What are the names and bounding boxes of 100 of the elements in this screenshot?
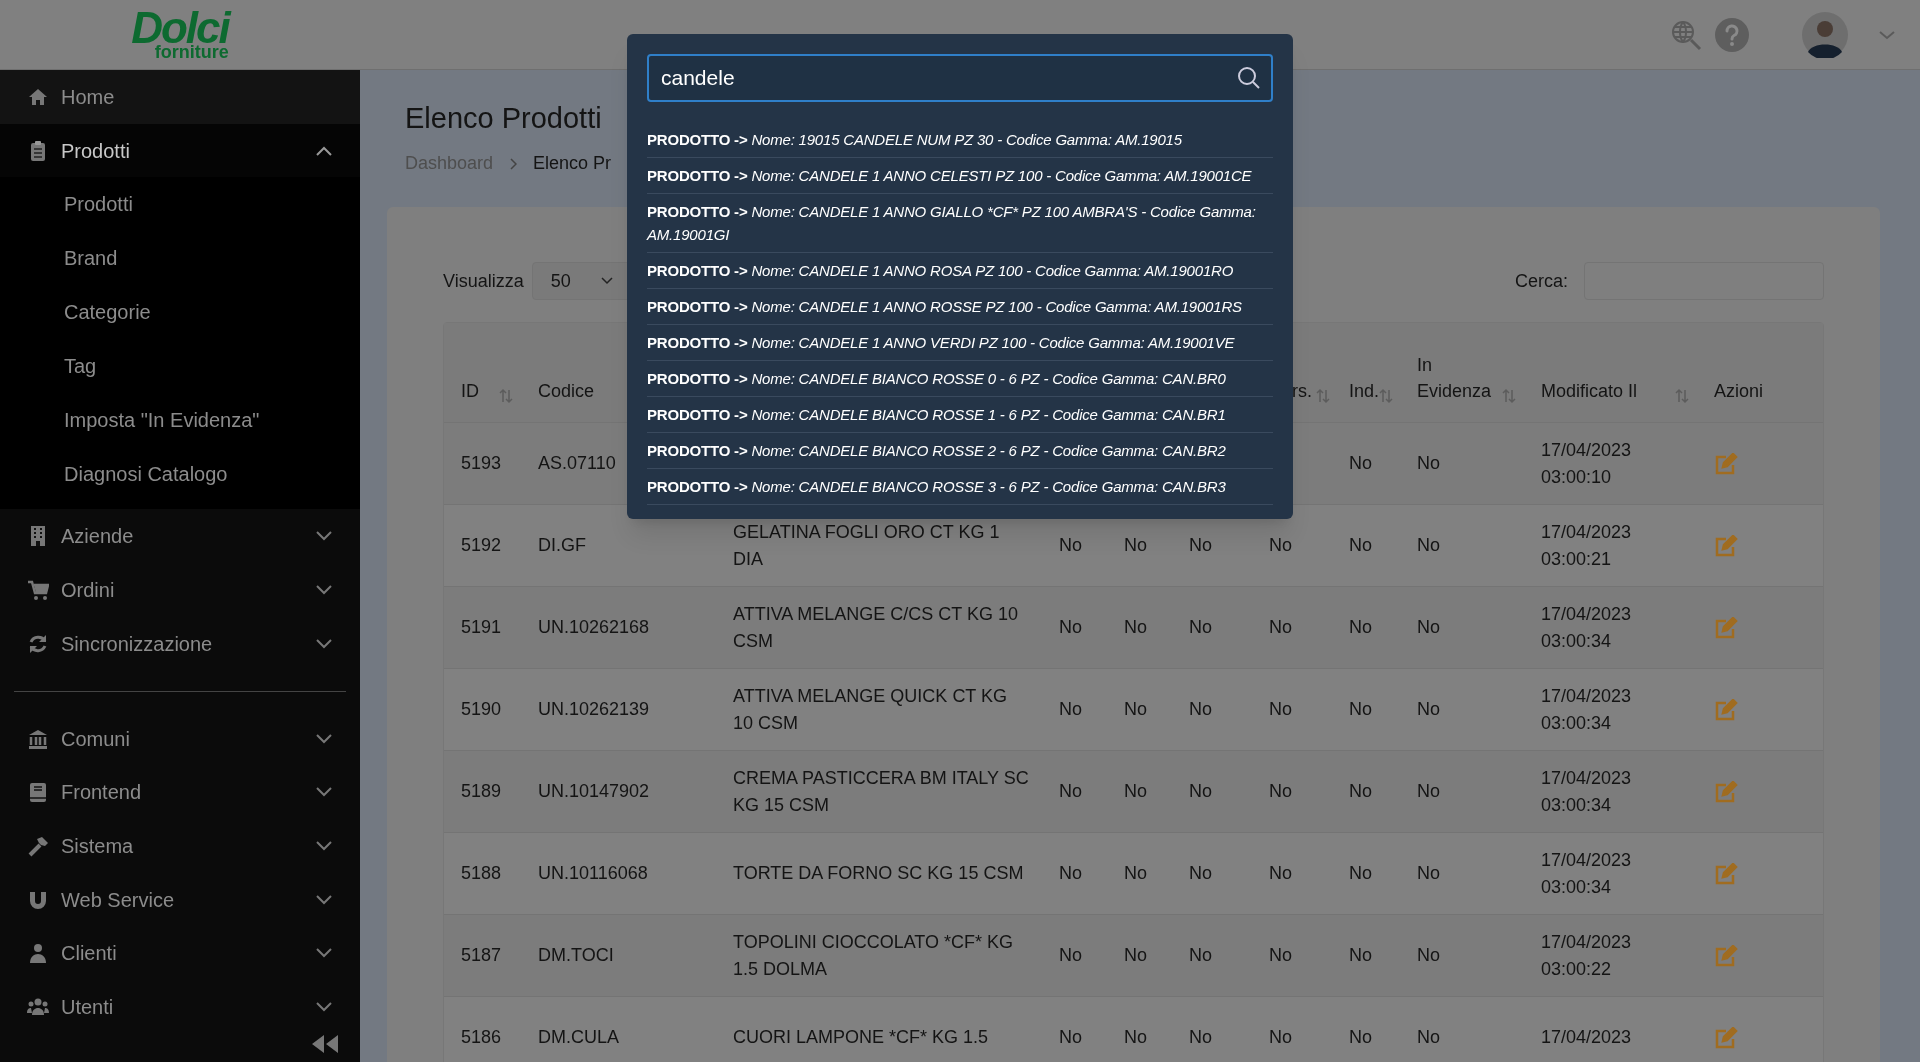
sidebar-item[interactable]: Sincronizzazione: [0, 616, 360, 671]
table-cell-text: DM.CULA: [537, 1026, 620, 1049]
table-cell-text: No: [1123, 534, 1148, 557]
submenu-item[interactable]: Brand: [0, 231, 360, 286]
search-result[interactable]: PRODOTTO -> Nome: CANDELE BIANCO ROSSE 3 - 6 PZ - Codice Gamma: CAN.BR3: [647, 475, 1273, 498]
table-cell-text: No: [1123, 616, 1148, 639]
sort-icon[interactable]: [1502, 388, 1516, 404]
search-result[interactable]: PRODOTTO -> Nome: CANDELE BIANCO ROSSE 1 - 6 PZ - Codice Gamma: CAN.BR1: [647, 403, 1273, 426]
sidebar-item[interactable]: Home: [0, 70, 360, 124]
table-cell-text: UN.10116068: [537, 862, 649, 885]
table-cell-text: DM.TOCI: [537, 944, 615, 967]
search-result[interactable]: PRODOTTO -> Nome: CANDELE BIANCO ROSSE 2 - 6 PZ - Codice Gamma: CAN.BR2: [647, 439, 1273, 462]
table-cell-text: TOPOLINI CIOCCOLATO *CF* KG 1.5 DOLMA: [732, 930, 1015, 981]
table-cell-text: 17/04/2023 03:00:22: [1540, 930, 1633, 981]
search-result[interactable]: PRODOTTO -> Nome: CANDELE 1 ANNO GIALLO *CF* PZ 100 AMBRA'S - Codice Gamma: AM.19001GI: [647, 200, 1273, 246]
column-header[interactable]: In Evidenza: [1417, 352, 1502, 404]
table-cell-text: No: [1348, 452, 1373, 475]
sidebar-item[interactable]: Aziende: [0, 509, 360, 564]
search-result[interactable]: PRODOTTO -> Nome: CANDELE 1 ANNO ROSSE PZ 100 - Codice Gamma: AM.19001RS: [647, 295, 1273, 318]
submenu-item[interactable]: Diagnosi Catalogo: [0, 447, 360, 502]
help-icon[interactable]: [1714, 16, 1750, 53]
sidebar-item[interactable]: Web Service: [0, 872, 360, 927]
sidebar-item[interactable]: Utenti: [0, 980, 360, 1035]
chevron-down-icon: [315, 840, 333, 852]
search-input[interactable]: candele: [647, 54, 1273, 102]
sort-icon[interactable]: [1675, 388, 1689, 404]
edit-icon[interactable]: [1714, 452, 1738, 475]
sort-icon[interactable]: [1316, 388, 1330, 404]
edit-icon[interactable]: [1714, 944, 1738, 967]
table-cell-text: 17/04/2023 03:00:34: [1540, 684, 1633, 735]
search-result[interactable]: PRODOTTO -> Nome: CANDELE BIANCO ROSSE 0 - 6 PZ - Codice Gamma: CAN.BR0: [647, 367, 1273, 390]
table-cell-text: GELATINA FOGLI ORO CT KG 1 DIA: [732, 520, 1001, 571]
table-cell-text: No: [1188, 1026, 1213, 1049]
table-cell-text: 5187: [460, 944, 503, 967]
edit-icon[interactable]: [1714, 616, 1738, 639]
sidebar-item[interactable]: Sistema: [0, 819, 360, 873]
table-cell-text: No: [1188, 616, 1213, 639]
sort-icon[interactable]: [499, 388, 513, 404]
search-icon[interactable]: [1237, 66, 1261, 90]
column-header[interactable]: Modificato Il: [1541, 378, 1638, 404]
column-header[interactable]: rs.: [1292, 378, 1312, 404]
submenu-item[interactable]: Prodotti: [0, 177, 360, 232]
submenu-item[interactable]: Imposta "In Evidenza": [0, 393, 360, 448]
table-cell-text: No: [1123, 780, 1148, 803]
table-cell-text: No: [1268, 1026, 1293, 1049]
sidebar-item[interactable]: Comuni: [0, 711, 360, 766]
avatar[interactable]: [1802, 11, 1848, 58]
table-cell-text: No: [1123, 698, 1148, 721]
sidebar-item[interactable]: Frontend: [0, 765, 360, 820]
table-cell-text: No: [1058, 780, 1083, 803]
search-result[interactable]: PRODOTTO -> Nome: 19015 CANDELE NUM PZ 30 - Codice Gamma: AM.19015: [647, 128, 1273, 151]
table-cell-text: No: [1268, 944, 1293, 967]
table-cell-text: 17/04/2023 03:00:34: [1540, 766, 1633, 817]
chevron-right-icon: [509, 157, 518, 170]
chevron-down-icon[interactable]: [1878, 28, 1896, 41]
table-cell-text: TORTE DA FORNO SC KG 15 CSM: [732, 862, 1025, 885]
sort-icon[interactable]: [1379, 388, 1394, 404]
edit-icon[interactable]: [1714, 1026, 1738, 1049]
chevron-down-icon: [315, 584, 333, 597]
table-cell-text: AS.07110: [537, 452, 617, 475]
table-cell-text: No: [1188, 862, 1213, 885]
table-cell-text: 5186: [460, 1026, 503, 1049]
sidebar-item[interactable]: Ordini: [0, 563, 360, 617]
table-cell-text: No: [1058, 616, 1083, 639]
table-cell-text: UN.10147902: [537, 780, 651, 803]
edit-icon[interactable]: [1714, 862, 1738, 885]
table-cell-text: No: [1188, 780, 1213, 803]
column-header[interactable]: Codice: [538, 378, 595, 404]
submenu-item[interactable]: Categorie: [0, 285, 360, 340]
edit-icon[interactable]: [1714, 534, 1738, 557]
breadcrumb-item: Elenco Pr: [533, 152, 612, 175]
table-cell-text: 5191: [460, 616, 503, 639]
table-cell-text: No: [1188, 698, 1213, 721]
search-result[interactable]: PRODOTTO -> Nome: CANDELE 1 ANNO ROSA PZ 100 - Codice Gamma: AM.19001RO: [647, 259, 1273, 282]
table-cell-text: No: [1348, 862, 1373, 885]
search-result[interactable]: PRODOTTO -> Nome: CANDELE 1 ANNO VERDI PZ 100 - Codice Gamma: AM.19001VE: [647, 331, 1273, 354]
chevron-down-icon: [315, 893, 333, 906]
table-cell-text: No: [1058, 1026, 1083, 1049]
table-cell-text: No: [1268, 862, 1293, 885]
table-cell-text: No: [1416, 452, 1441, 475]
table-cell-text: 5188: [460, 862, 503, 885]
chevron-down-icon: [315, 786, 333, 799]
chevron-down-icon: [315, 637, 333, 650]
search-result[interactable]: PRODOTTO -> Nome: CANDELE 1 ANNO CELESTI PZ 100 - Codice Gamma: AM.19001CE: [647, 164, 1273, 187]
column-header[interactable]: Ind.: [1349, 378, 1380, 404]
sidebar-item[interactable]: Clienti: [0, 926, 360, 981]
table-cell-text: 17/04/2023 03:00:34: [1540, 602, 1633, 653]
column-header[interactable]: ID: [461, 378, 479, 404]
sidebar-item[interactable]: Prodotti: [0, 123, 360, 178]
table-cell-text: No: [1188, 944, 1213, 967]
column-header[interactable]: Azioni: [1714, 378, 1764, 404]
collapse-icon[interactable]: [310, 1034, 340, 1055]
chevron-up-icon: [315, 144, 333, 157]
edit-icon[interactable]: [1714, 780, 1738, 803]
submenu-item[interactable]: Tag: [0, 339, 360, 394]
table-cell-text: No: [1416, 1026, 1441, 1049]
table-cell-text: 17/04/2023 03:00:10: [1540, 438, 1633, 489]
globe-search-icon[interactable]: [1670, 18, 1702, 51]
edit-icon[interactable]: [1714, 698, 1738, 721]
logo-wordmark: Dolci: [131, 9, 229, 46]
